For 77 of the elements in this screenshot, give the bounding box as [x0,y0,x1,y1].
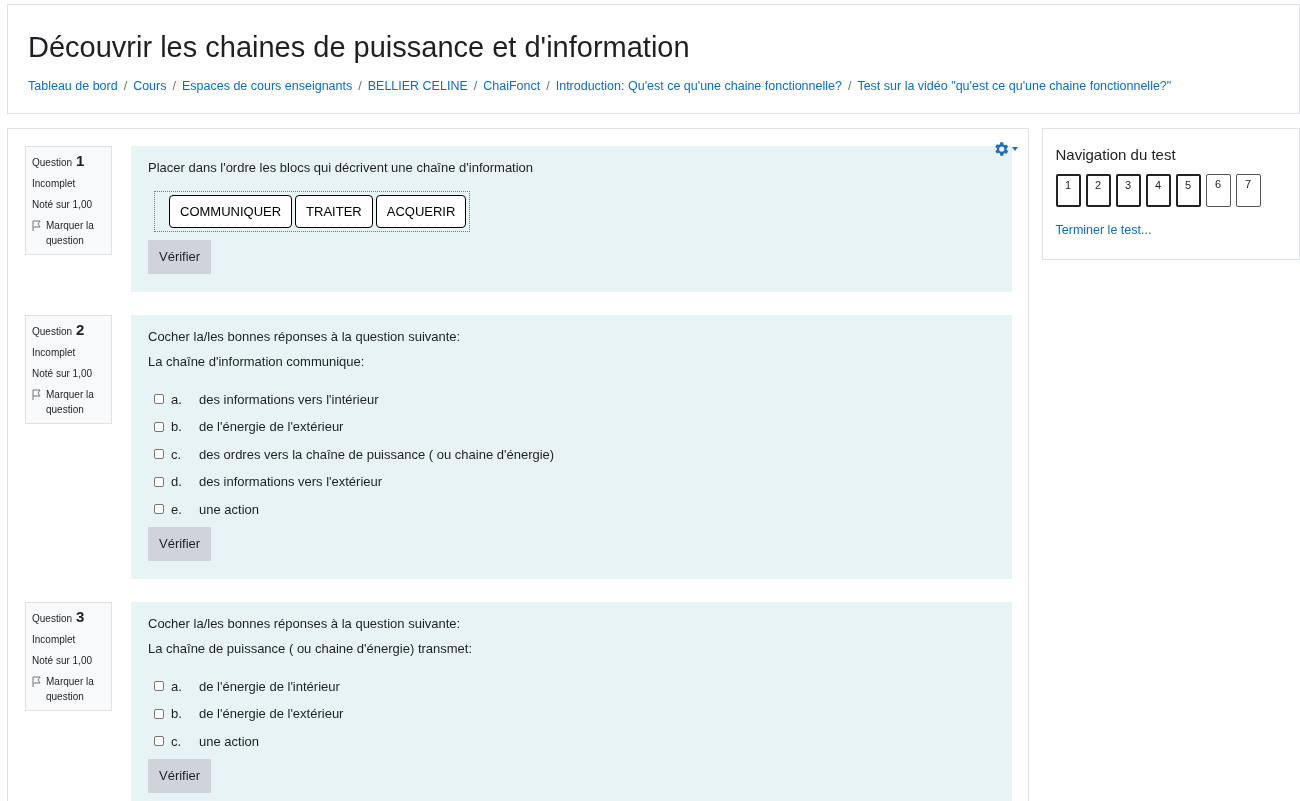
question-label: Question [32,156,73,170]
answer-checkbox[interactable] [154,708,164,719]
check-button[interactable]: Vérifier [148,527,212,561]
breadcrumb-link[interactable]: BELLIER CELINE [367,77,468,96]
answer-checkbox[interactable] [154,449,164,460]
question-nav-button[interactable]: 1 [1055,173,1081,207]
option-letter: b. [171,705,183,723]
option-text: des informations vers l'extérieur [199,473,383,491]
breadcrumb-link[interactable]: Test sur la vidéo "qu'est ce qu'une chaine fonctionnelle?" [857,77,1172,96]
question-number: 3 [76,608,85,624]
question-grade: Noté sur 1,00 [32,653,94,668]
check-button[interactable]: Vérifier [148,240,212,274]
option-text: des ordres vers la chaîne de puissance ( ou chaine d'énergie) [199,445,555,464]
answer-checkbox[interactable] [154,476,164,487]
question-nav-button[interactable]: 7 [1235,173,1261,207]
question-nav-button[interactable]: 5 [1175,173,1201,207]
breadcrumb-link[interactable]: ChaiFonct [483,77,541,96]
navigation-title: Navigation du test [1055,145,1177,165]
question-text: Placer dans l'ordre les blocs qui décrivent une chaîne d'information [148,159,535,177]
question-text: Cocher la/les bonnes réponses à la question suivante: [148,614,462,633]
answer-checkbox[interactable] [154,421,164,432]
check-button[interactable]: Vérifier [148,759,212,793]
option-text: de l'énergie de l'intérieur [199,677,340,696]
draggable-block[interactable]: TRAITER [295,194,373,228]
option-text: une action [199,500,259,519]
option-letter: b. [171,418,183,436]
option-text: des informations vers l'intérieur [199,390,379,409]
breadcrumb-separator: / [123,78,128,95]
question-status: Incomplet [32,632,77,647]
question-number: 1 [76,153,85,168]
flag-icon[interactable] [32,220,42,231]
question-label: Question [32,324,73,339]
question-text: La chaîne de puissance ( ou chaine d'énergie) transmet: [148,640,474,658]
question-nav-button[interactable]: 3 [1115,173,1141,207]
page-title: Découvrir les chaines de puissance et d'information [28,30,691,65]
option-letter: c. [171,445,183,464]
draggable-block[interactable]: ACQUERIR [375,194,467,228]
breadcrumb-separator: / [847,78,852,95]
flag-question-link[interactable]: Marquer la question [46,218,105,248]
breadcrumb-separator: / [172,78,176,95]
question-status: Incomplet [32,177,77,191]
question-nav-button[interactable]: 6 [1205,173,1231,207]
breadcrumb-separator: / [358,78,362,95]
question-status: Incomplet [32,345,77,360]
breadcrumb-separator: / [473,78,478,95]
breadcrumb-link[interactable]: Cours [133,77,167,96]
question-text: Cocher la/les bonnes réponses à la question suivante: [148,327,462,346]
option-letter: e. [171,500,183,519]
flag-icon[interactable] [32,388,42,400]
option-text: une action [199,732,259,751]
flag-question-link[interactable]: Marquer la question [46,386,105,417]
option-text: de l'énergie de l'extérieur [199,418,344,436]
finish-test-link[interactable]: Terminer le test... [1055,220,1286,240]
question-nav-button[interactable]: 2 [1085,173,1111,207]
question-number: 2 [76,321,85,337]
breadcrumb-link[interactable]: Introduction: Qu'est ce qu'une chaine fonctionnelle? [555,77,842,96]
answer-checkbox[interactable] [154,736,164,747]
question-label: Question [32,611,73,626]
answer-checkbox[interactable] [154,681,164,692]
option-letter: a. [171,390,183,409]
option-letter: a. [171,677,183,696]
draggable-block[interactable]: COMMUNIQUER [169,194,293,228]
answer-checkbox[interactable] [154,394,164,405]
flag-icon[interactable] [32,675,42,687]
question-grade: Noté sur 1,00 [32,366,94,381]
option-text: de l'énergie de l'extérieur [199,705,344,723]
flag-question-link[interactable]: Marquer la question [46,673,105,704]
breadcrumb-separator: / [546,78,550,95]
answer-checkbox[interactable] [154,504,164,515]
question-grade: Noté sur 1,00 [32,198,94,212]
question-text: La chaîne d'information communique: [148,353,366,371]
breadcrumb-link[interactable]: Espaces de cours enseignants [181,77,353,96]
caret-icon[interactable] [1011,147,1018,151]
option-letter: c. [171,732,183,751]
question-nav-button[interactable]: 4 [1145,173,1171,207]
breadcrumb-link[interactable]: Tableau de bord [28,77,118,96]
option-letter: d. [171,473,183,491]
